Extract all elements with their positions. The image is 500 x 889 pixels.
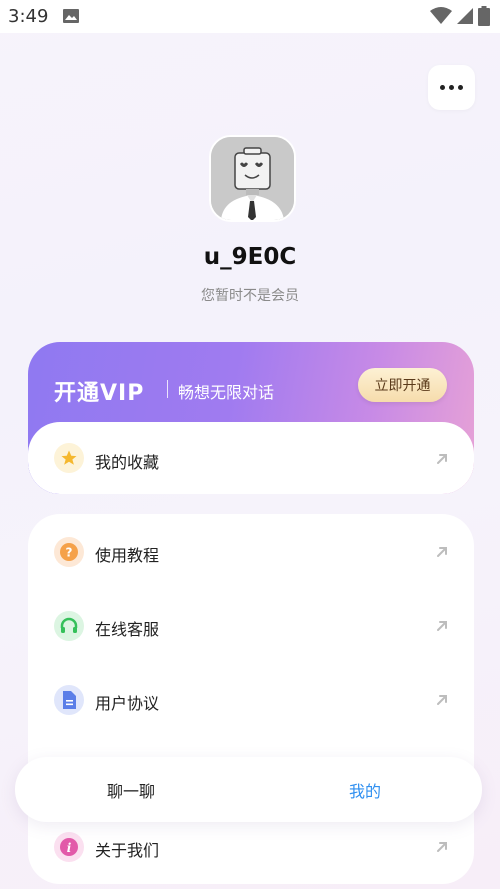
question-icon: ? — [54, 537, 84, 567]
vip-divider — [167, 380, 168, 398]
vip-card: 开通VIP 畅想无限对话 立即开通 我的收藏 — [28, 342, 474, 494]
member-status-text: 您暂时不是会员 — [201, 288, 299, 304]
status-time: 3:49 — [8, 6, 49, 27]
headset-icon — [54, 611, 84, 641]
menu-item-label: 用户协议 — [95, 694, 160, 713]
arrow-up-right-icon — [437, 842, 447, 852]
menu-item-support[interactable]: 在线客服 — [28, 596, 474, 656]
menu-item-label: 在线客服 — [95, 620, 160, 639]
more-dot-icon — [440, 85, 445, 90]
more-dot-icon — [458, 85, 463, 90]
arrow-up-right-icon — [437, 621, 447, 631]
menu-item-label: 我的收藏 — [95, 453, 160, 472]
status-bar: 3:49 — [0, 0, 500, 33]
username: u_9E0C — [203, 244, 297, 270]
photo-icon — [63, 9, 79, 23]
svg-text:i: i — [67, 841, 72, 855]
vip-title: 开通VIP — [54, 381, 145, 406]
wifi-icon — [430, 7, 452, 24]
vip-subtitle: 畅想无限对话 — [178, 383, 275, 402]
battery-icon — [478, 6, 490, 26]
status-indicators — [430, 6, 490, 26]
arrow-up-right-icon — [437, 547, 447, 557]
arrow-up-right-icon — [437, 695, 447, 705]
menu-item-about[interactable]: i 关于我们 — [28, 817, 474, 877]
bottom-tab-bar: 聊一聊 我的 — [15, 757, 482, 822]
info-icon: i — [54, 832, 84, 862]
menu-item-label: 使用教程 — [95, 546, 160, 565]
tab-mine[interactable]: 我的 — [305, 757, 425, 822]
tab-chat[interactable]: 聊一聊 — [71, 757, 191, 822]
arrow-up-right-icon — [437, 454, 447, 464]
menu-card: ? 使用教程 在线客服 用户协议 i 关于我们 — [28, 514, 474, 884]
svg-text:?: ? — [66, 546, 73, 560]
menu-item-label: 关于我们 — [95, 841, 160, 860]
signal-icon — [457, 8, 473, 24]
menu-item-favorites[interactable]: 我的收藏 — [28, 422, 474, 494]
star-icon — [54, 443, 84, 473]
menu-item-tutorial[interactable]: ? 使用教程 — [28, 522, 474, 582]
avatar[interactable] — [209, 135, 296, 222]
document-icon — [54, 685, 84, 715]
more-dot-icon — [449, 85, 454, 90]
activate-vip-button[interactable]: 立即开通 — [358, 368, 447, 402]
robot-avatar-icon — [211, 137, 294, 220]
more-options-button[interactable] — [428, 65, 475, 110]
menu-item-user-agreement[interactable]: 用户协议 — [28, 670, 474, 730]
